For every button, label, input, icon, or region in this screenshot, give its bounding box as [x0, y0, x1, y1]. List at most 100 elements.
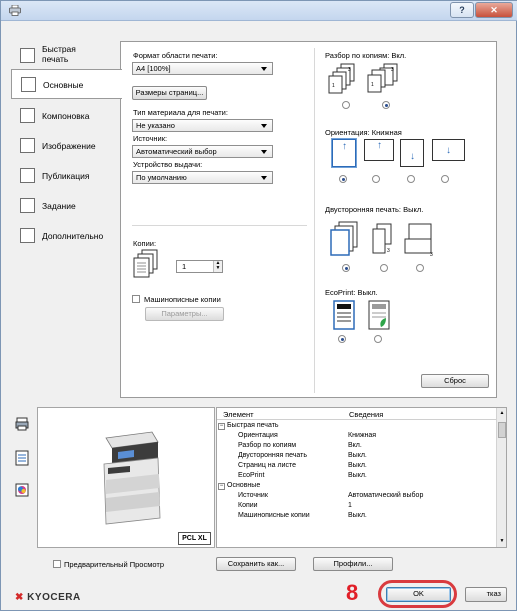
property-row[interactable]: Разбор по копиям Вкл. [217, 442, 497, 452]
sidebar-item-layout[interactable]: Компоновка [11, 101, 120, 131]
sidebar-item-quick-print[interactable]: Быстрая печать [11, 41, 120, 71]
copies-stepper[interactable]: ▲ ▼ [213, 261, 222, 272]
property-name: Страниц на листе [238, 462, 296, 469]
copies-input[interactable]: 1 ▲ ▼ [176, 260, 223, 273]
orientation-landscape-rotated-radio[interactable] [441, 175, 449, 183]
copies-value: 1 [182, 262, 187, 271]
property-value: Выкл. [348, 472, 367, 479]
close-button[interactable]: ✕ [475, 2, 513, 18]
properties-header: Элемент Сведения [217, 408, 497, 420]
ecoprint-on-radio[interactable] [374, 335, 382, 343]
ecoprint-label: EcoPrint: Выкл. [325, 288, 378, 297]
orientation-portrait-rotated-radio[interactable] [407, 175, 415, 183]
preview-icon-bar [11, 405, 35, 552]
quick-print-icon [20, 48, 35, 63]
media-type-select[interactable]: Не указано [132, 119, 273, 132]
ecoprint-off-radio[interactable] [338, 335, 346, 343]
duplex-short-radio[interactable] [416, 264, 424, 272]
ok-button[interactable]: OK [386, 587, 451, 602]
params-button[interactable]: Параметры... [145, 307, 224, 321]
sidebar-item-label: Быстрая печать [42, 44, 76, 64]
scroll-up-arrow[interactable]: ▲ [499, 410, 505, 418]
portrait-rotated-option[interactable]: ↓ [400, 139, 424, 167]
preview-checkbox-label: Предварительный Просмотр [64, 560, 164, 569]
proof-checkbox[interactable] [132, 295, 140, 303]
property-row[interactable]: EcoPrint Выкл. [217, 472, 497, 482]
advanced-icon [20, 228, 35, 243]
sidebar-item-advanced[interactable]: Дополнительно [11, 221, 120, 251]
property-name: Ориентация [238, 432, 278, 439]
property-name: Копии [238, 502, 258, 509]
arrow-up-icon: ↑ [377, 140, 382, 151]
property-name: Машинописные копии [238, 512, 310, 519]
printer-device-image [103, 431, 161, 525]
sidebar-item-imaging[interactable]: Изображение [11, 131, 120, 161]
job-icon [20, 198, 35, 213]
collate-off-radio[interactable] [342, 101, 350, 109]
profiles-button[interactable]: Профили... [313, 557, 393, 571]
duplex-long-edge-icon: 3 [372, 223, 392, 254]
landscape-option[interactable]: ↑ [364, 139, 394, 161]
printer-preview-icon[interactable] [15, 417, 29, 431]
cancel-button[interactable]: тказ [465, 587, 507, 602]
property-row[interactable]: Источник Автоматический выбор [217, 492, 497, 502]
basic-settings-panel: Формат области печати: A4 [100%] Размеры… [120, 41, 497, 398]
property-row[interactable]: Двусторонняя печать Выкл. [217, 452, 497, 462]
page-sizes-button[interactable]: Размеры страниц... [132, 86, 207, 100]
scroll-thumb[interactable] [498, 422, 506, 438]
property-row[interactable]: Копии 1 [217, 502, 497, 512]
duplex-long-radio[interactable] [380, 264, 388, 272]
print-area-select[interactable]: A4 [100%] [132, 62, 273, 75]
printer-icon [9, 5, 21, 16]
collate-on-radio[interactable] [382, 101, 390, 109]
reset-button[interactable]: Сброс [421, 374, 489, 388]
duplex-off-radio[interactable] [342, 264, 350, 272]
save-as-button[interactable]: Сохранить как... [216, 557, 296, 571]
scroll-down-arrow[interactable]: ▼ [499, 538, 505, 546]
sidebar-item-job[interactable]: Задание [11, 191, 120, 221]
output-label: Устройство выдачи: [133, 160, 203, 169]
output-select[interactable]: По умолчанию [132, 171, 273, 184]
property-value: Автоматический выбор [348, 492, 424, 499]
properties-scrollbar[interactable]: ▲ ▼ [496, 408, 506, 547]
svg-text:3: 3 [348, 67, 351, 73]
output-value: По умолчанию [136, 173, 187, 182]
property-group-row[interactable]: Основные − [217, 482, 497, 492]
ecoprint-on-icon [368, 300, 390, 330]
source-select[interactable]: Автоматический выбор [132, 145, 273, 158]
collate-label: Разбор по копиям: Вкл. [325, 51, 407, 60]
sidebar-item-publishing[interactable]: Публикация [11, 161, 120, 191]
orientation-landscape-radio[interactable] [372, 175, 380, 183]
color-preview-icon[interactable] [15, 483, 29, 497]
property-group-row[interactable]: Быстрая печать − [217, 422, 497, 432]
duplex-off-icon [330, 221, 358, 256]
orientation-portrait-radio[interactable] [339, 175, 347, 183]
portrait-option[interactable]: ↑ [332, 139, 356, 167]
landscape-rotated-option[interactable]: ↓ [432, 139, 465, 161]
arrow-down-icon: ↓ [446, 145, 451, 156]
document-preview-icon[interactable] [15, 450, 29, 466]
kyocera-logo: ✖ KYOCERA [15, 592, 81, 603]
sidebar: Быстрая печать Основные Компоновка Изобр… [11, 41, 122, 403]
preview-area: PCL XL Элемент Сведения Быстрая печать − О… [11, 405, 507, 571]
arrow-down-icon: ↓ [410, 151, 415, 162]
property-row[interactable]: Ориентация Книжная [217, 432, 497, 442]
copies-divider [132, 225, 307, 226]
collapse-icon[interactable]: − [218, 483, 225, 490]
source-value: Автоматический выбор [136, 147, 217, 156]
preview-checkbox[interactable] [53, 560, 61, 568]
property-row[interactable]: Машинописные копии Выкл. [217, 512, 497, 522]
copies-icon [133, 249, 158, 278]
property-row[interactable]: Страниц на листе Выкл. [217, 462, 497, 472]
collapse-icon[interactable]: − [218, 423, 225, 430]
help-button[interactable]: ? [450, 2, 474, 18]
property-value: 1 [348, 502, 352, 509]
kyocera-mark-icon: ✖ [15, 592, 24, 603]
dialog-footer: ✖ KYOCERA 8 OK тказ [1, 575, 517, 611]
print-properties-window: ? ✕ Быстрая печать Основные Компоновка И… [0, 0, 517, 611]
uncollated-icon: 3 1 [328, 63, 355, 94]
copies-label: Копии: [133, 239, 157, 248]
sidebar-item-basic[interactable]: Основные [11, 69, 122, 99]
svg-text:1: 1 [371, 82, 374, 88]
imaging-icon [20, 138, 35, 153]
